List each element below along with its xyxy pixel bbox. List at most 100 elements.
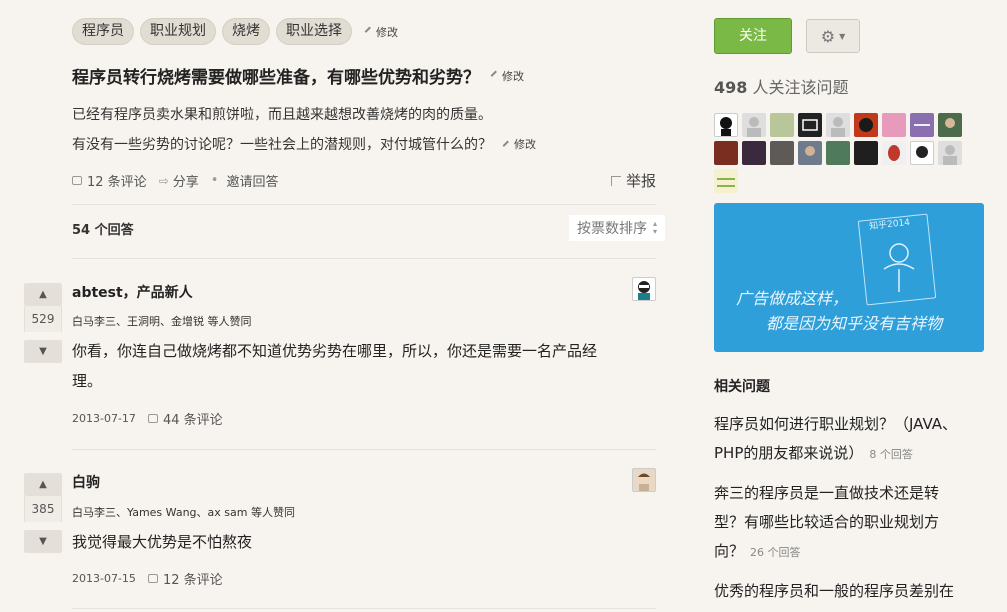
answer-comments-link[interactable]: 44 条评论	[163, 409, 223, 428]
answer-author[interactable]: 白驹	[72, 472, 100, 492]
related-line: 向？	[714, 542, 745, 560]
answer-voters[interactable]: 白马李三、Yames Wang、ax sam 等人赞同	[72, 504, 295, 520]
topic-tag[interactable]: 职业规划	[140, 18, 216, 45]
share-label: 分享	[172, 175, 199, 190]
avatar[interactable]	[910, 141, 934, 165]
downvote-arrow-icon: ▼	[39, 536, 47, 547]
related-heading: 相关问题	[714, 379, 770, 395]
answer-author[interactable]: abtest，产品新人	[72, 282, 193, 302]
answer-content: 我觉得最大优势是不怕熬夜	[72, 527, 656, 557]
answer-date[interactable]: 2013-07-15	[72, 572, 136, 585]
question-detail: 已经有程序员卖水果和煎饼啦，而且越来越想改善烧烤的肉的质量。 有没有一些劣势的讨…	[72, 100, 536, 160]
edit-detail-link[interactable]: 修改	[502, 130, 536, 160]
follower-avatars	[714, 113, 974, 197]
vote-count: 385	[24, 496, 62, 522]
settings-button[interactable]: ⚙ ▼	[806, 19, 860, 53]
avatar[interactable]	[938, 113, 962, 137]
sort-caret-icon: ▴ ▾	[652, 219, 657, 236]
related-line: 型？有哪些比较适合的职业规划方	[714, 513, 940, 531]
answer-line: 你看，你连自己做烧烤都不知道优势劣势在哪里，所以，你还是需要一名产品经	[72, 342, 598, 360]
invite-label: 邀请回答	[226, 175, 279, 190]
answer-footer: 2013-07-17 44 条评论	[72, 409, 223, 428]
answer-comments-link[interactable]: 12 条评论	[163, 569, 223, 588]
ad-line2: 都是因为知乎没有吉祥物	[766, 314, 943, 333]
mascot-icon	[883, 243, 915, 292]
comment-icon	[147, 414, 158, 423]
avatar[interactable]	[632, 277, 656, 301]
avatar[interactable]	[938, 141, 962, 165]
divider	[72, 608, 656, 609]
related-question[interactable]: 优秀的程序员和一般的程序员差别在	[714, 577, 980, 606]
answer-line: 理。	[72, 372, 103, 390]
flag-icon	[610, 175, 621, 186]
avatar[interactable]	[714, 141, 738, 165]
related-question[interactable]: 程序员如何进行职业规划？（JAVA、 PHP的朋友都来说说） 8 个回答	[714, 410, 980, 469]
related-question[interactable]: 奔三的程序员是一直做技术还是转 型？有哪些比较适合的职业规划方 向？ 26 个回答	[714, 479, 980, 567]
comment-icon	[147, 574, 158, 583]
gear-icon: ⚙	[820, 26, 836, 46]
vote-widget: ▲ 385 ▼	[24, 473, 62, 553]
answer-date[interactable]: 2013-07-17	[72, 412, 136, 425]
edit-title-link[interactable]: 修改	[490, 68, 524, 84]
upvote-button[interactable]: ▲	[24, 283, 62, 306]
avatar[interactable]	[854, 141, 878, 165]
answer-footer: 2013-07-15 12 条评论	[72, 569, 223, 588]
question-title-row: 程序员转行烧烤需要做哪些准备，有哪些优势和劣势？ 修改	[72, 63, 524, 88]
downvote-button[interactable]: ▼	[24, 340, 62, 363]
detail-line: 已经有程序员卖水果和煎饼啦，而且越来越想改善烧烤的肉的质量。	[72, 107, 492, 123]
avatar[interactable]	[882, 113, 906, 137]
upvote-button[interactable]: ▲	[24, 473, 62, 496]
follower-text: 人关注该问题	[752, 78, 849, 97]
upvote-arrow-icon: ▲	[39, 479, 47, 490]
dot-icon: •	[210, 173, 219, 188]
comments-label: 12 条评论	[87, 175, 147, 190]
related-line: PHP的朋友都来说说）	[714, 444, 864, 462]
avatar[interactable]	[714, 113, 738, 137]
avatar[interactable]	[826, 113, 850, 137]
pencil-icon	[364, 26, 375, 37]
avatar[interactable]	[798, 141, 822, 165]
divider	[72, 204, 656, 205]
answer-line: 我觉得最大优势是不怕熬夜	[72, 533, 253, 551]
avatar[interactable]	[714, 169, 738, 193]
answer-content: 你看，你连自己做烧烤都不知道优势劣势在哪里，所以，你还是需要一名产品经 理。	[72, 336, 656, 396]
edit-label: 修改	[376, 25, 398, 39]
answer-count: 54 个回答	[72, 223, 134, 238]
report-link[interactable]: 举报	[610, 170, 656, 191]
follow-button[interactable]: 关注	[714, 18, 792, 54]
question-title: 程序员转行烧烤需要做哪些准备，有哪些优势和劣势？	[72, 68, 480, 88]
avatar[interactable]	[632, 468, 656, 492]
avatar[interactable]	[854, 113, 878, 137]
avatar[interactable]	[798, 113, 822, 137]
detail-line: 有没有一些劣势的讨论呢？一些社会上的潜规则，对付城管什么的？	[72, 137, 492, 153]
invite-link[interactable]: • 邀请回答	[211, 171, 279, 190]
share-link[interactable]: ⇨ 分享	[158, 171, 199, 191]
question-comments-link[interactable]: 12 条评论	[72, 171, 147, 190]
avatar[interactable]	[770, 113, 794, 137]
upvote-arrow-icon: ▲	[39, 289, 47, 300]
downvote-button[interactable]: ▼	[24, 530, 62, 553]
related-answer-count: 8 个回答	[869, 448, 913, 461]
edit-tags-link[interactable]: 修改	[364, 24, 398, 40]
edit-label: 修改	[502, 69, 524, 83]
share-icon: ⇨	[158, 173, 169, 188]
avatar[interactable]	[882, 141, 906, 165]
topic-tag[interactable]: 烧烤	[222, 18, 270, 45]
avatar[interactable]	[826, 141, 850, 165]
divider	[72, 258, 656, 259]
comment-icon	[72, 176, 82, 185]
topic-tag[interactable]: 职业选择	[276, 18, 352, 45]
follower-count[interactable]: 498 人关注该问题	[714, 74, 849, 98]
avatar[interactable]	[742, 113, 766, 137]
ad-line1: 广告做成这样，	[736, 289, 849, 308]
avatar[interactable]	[770, 141, 794, 165]
avatar[interactable]	[910, 113, 934, 137]
ad-banner[interactable]: 知乎2014 广告做成这样， 都是因为知乎没有吉祥物	[714, 203, 984, 352]
sort-dropdown[interactable]: 按票数排序 ▴ ▾	[568, 215, 665, 241]
question-meta: 12 条评论 ⇨ 分享 • 邀请回答 举报	[72, 170, 656, 191]
pencil-icon	[502, 140, 513, 150]
avatar[interactable]	[742, 141, 766, 165]
topic-tag[interactable]: 程序员	[72, 18, 134, 45]
divider	[72, 449, 656, 450]
answer-voters[interactable]: 白马李三、王洞明、金增锐 等人赞同	[72, 313, 252, 329]
